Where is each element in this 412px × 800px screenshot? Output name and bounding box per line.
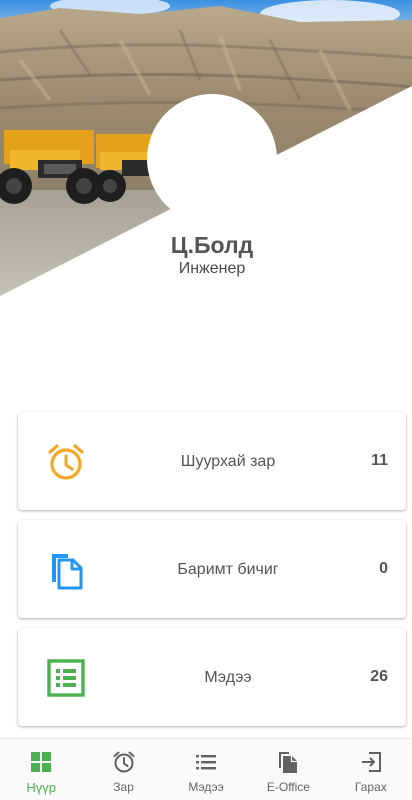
nav-news[interactable]: Мэдээ — [165, 739, 247, 800]
card-count: 26 — [370, 668, 388, 685]
nav-announcements[interactable]: Зар — [82, 739, 164, 800]
list-icon — [47, 659, 85, 697]
card-count: 11 — [371, 452, 388, 469]
logout-icon — [361, 752, 381, 772]
nav-label: Мэдээ — [188, 780, 224, 794]
card-count: 0 — [379, 560, 388, 577]
list-icon — [196, 755, 217, 770]
profile-role: Инженер — [178, 260, 246, 277]
card-news[interactable]: Мэдээ 26 — [18, 628, 406, 726]
card-label: Шуурхай зар — [180, 453, 276, 470]
profile-name: Ц.Болд — [170, 232, 254, 258]
nav-label: Нүүр — [26, 780, 57, 795]
avatar[interactable] — [147, 94, 277, 224]
card-label: Мэдээ — [204, 669, 252, 686]
card-announcements[interactable]: Шуурхай зар 11 — [18, 412, 406, 510]
nav-logout[interactable]: Гарах — [330, 739, 412, 800]
bottom-navigation: Нүүр Зар Мэдээ E-Office Гарах — [0, 738, 412, 800]
alarm-clock-icon — [113, 751, 135, 773]
documents-icon — [279, 752, 298, 773]
home-screen: Ц.Болд Инженер Шуурхай зар 11 Баримт бич… — [0, 0, 412, 800]
card-label: Баримт бичиг — [177, 561, 279, 578]
home-grid-icon — [31, 752, 52, 772]
nav-label: Гарах — [354, 780, 387, 794]
nav-label: Зар — [113, 780, 134, 794]
documents-icon — [52, 554, 83, 590]
nav-label: E-Office — [266, 780, 310, 794]
card-documents[interactable]: Баримт бичиг 0 — [18, 520, 406, 618]
nav-home[interactable]: Нүүр — [0, 739, 82, 800]
nav-e-office[interactable]: E-Office — [247, 739, 329, 800]
alarm-clock-icon — [48, 444, 84, 480]
